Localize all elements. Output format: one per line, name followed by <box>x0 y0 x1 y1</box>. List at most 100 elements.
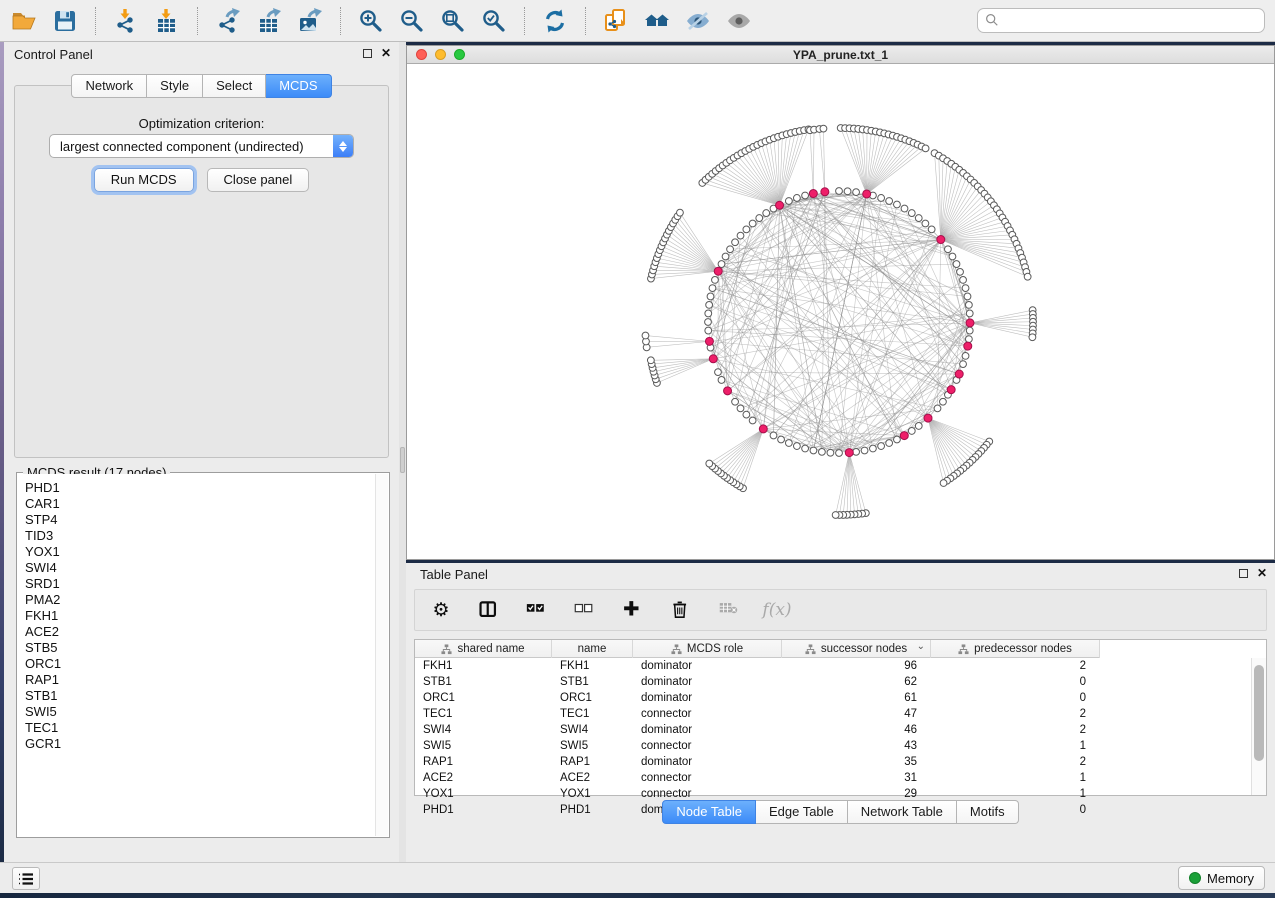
float-table-panel-icon[interactable] <box>1239 569 1248 578</box>
cell-MCDS-role[interactable]: dominator <box>633 754 782 770</box>
cell-name[interactable]: TEC1 <box>552 706 633 722</box>
mcds-result-item[interactable]: ORC1 <box>25 656 388 672</box>
mcds-result-item[interactable]: RAP1 <box>25 672 388 688</box>
cell-MCDS-role[interactable]: dominator <box>633 658 782 674</box>
cell-shared-name[interactable]: SWI5 <box>415 738 552 754</box>
table-scrollbar[interactable] <box>1251 658 1266 795</box>
tab-network-table[interactable]: Network Table <box>848 800 957 824</box>
run-mcds-button[interactable]: Run MCDS <box>94 168 194 192</box>
tab-style[interactable]: Style <box>147 74 203 98</box>
show-all-icon[interactable] <box>725 7 753 35</box>
cell-MCDS-role[interactable]: dominator <box>633 690 782 706</box>
mcds-result-item[interactable]: STB5 <box>25 640 388 656</box>
cell-predecessor-nodes[interactable]: 0 <box>931 690 1100 706</box>
mcds-result-item[interactable]: CAR1 <box>25 496 388 512</box>
mcds-result-item[interactable]: SWI5 <box>25 704 388 720</box>
cell-shared-name[interactable]: ACE2 <box>415 770 552 786</box>
cell-predecessor-nodes[interactable]: 2 <box>931 722 1100 738</box>
criterion-dropdown[interactable]: largest connected component (undirected) <box>49 134 354 158</box>
splitter-handle[interactable] <box>400 447 405 473</box>
memory-button[interactable]: Memory <box>1178 866 1265 890</box>
cell-name[interactable]: ORC1 <box>552 690 633 706</box>
close-table-panel-icon[interactable]: ✕ <box>1257 568 1267 578</box>
cell-successor-nodes[interactable]: 61 <box>782 690 931 706</box>
hide-selected-icon[interactable] <box>684 7 712 35</box>
import-table-file-icon[interactable] <box>153 7 181 35</box>
cell-shared-name[interactable]: STB1 <box>415 674 552 690</box>
mcds-result-item[interactable]: STB1 <box>25 688 388 704</box>
open-file-icon[interactable] <box>10 7 38 35</box>
cell-successor-nodes[interactable]: 47 <box>782 706 931 722</box>
cell-name[interactable]: ACE2 <box>552 770 633 786</box>
cell-predecessor-nodes[interactable]: 2 <box>931 706 1100 722</box>
cell-MCDS-role[interactable]: connector <box>633 738 782 754</box>
cell-name[interactable]: SWI5 <box>552 738 633 754</box>
settings-icon[interactable]: ⚙ <box>429 598 453 622</box>
cell-name[interactable]: FKH1 <box>552 658 633 674</box>
table-row[interactable]: TEC1TEC1connector472 <box>415 706 1250 722</box>
cell-successor-nodes[interactable]: 31 <box>782 770 931 786</box>
task-history-button[interactable] <box>12 867 40 890</box>
table-row[interactable]: ACE2ACE2connector311 <box>415 770 1250 786</box>
cell-successor-nodes[interactable]: 46 <box>782 722 931 738</box>
mcds-result-item[interactable]: TID3 <box>25 528 388 544</box>
table-row[interactable]: SWI4SWI4dominator462 <box>415 722 1250 738</box>
cell-successor-nodes[interactable]: 35 <box>782 754 931 770</box>
cell-predecessor-nodes[interactable]: 0 <box>931 674 1100 690</box>
cell-name[interactable]: SWI4 <box>552 722 633 738</box>
cell-shared-name[interactable]: SWI4 <box>415 722 552 738</box>
import-network-file-icon[interactable] <box>112 7 140 35</box>
cell-predecessor-nodes[interactable]: 1 <box>931 738 1100 754</box>
cell-successor-nodes[interactable]: 96 <box>782 658 931 674</box>
table-scrollbar-thumb[interactable] <box>1254 665 1264 761</box>
select-all-icon[interactable] <box>525 598 549 622</box>
zoom-fit-icon[interactable] <box>439 7 467 35</box>
column-header-successor-nodes[interactable]: successor nodes⌄ <box>782 640 931 658</box>
column-header-predecessor-nodes[interactable]: predecessor nodes <box>931 640 1100 658</box>
table-row[interactable]: SWI5SWI5connector431 <box>415 738 1250 754</box>
add-row-icon[interactable] <box>621 598 645 622</box>
search-input[interactable] <box>977 8 1265 33</box>
mcds-result-item[interactable]: SRD1 <box>25 576 388 592</box>
tab-edge-table[interactable]: Edge Table <box>756 800 848 824</box>
column-header-shared-name[interactable]: shared name <box>415 640 552 658</box>
columns-icon[interactable] <box>477 598 501 622</box>
export-image-icon[interactable] <box>296 7 324 35</box>
save-session-icon[interactable] <box>51 7 79 35</box>
zoom-selected-icon[interactable] <box>480 7 508 35</box>
cell-shared-name[interactable]: ORC1 <box>415 690 552 706</box>
mcds-result-item[interactable]: ACE2 <box>25 624 388 640</box>
cell-predecessor-nodes[interactable]: 1 <box>931 770 1100 786</box>
cell-MCDS-role[interactable]: dominator <box>633 674 782 690</box>
refresh-icon[interactable] <box>541 7 569 35</box>
close-panel-button[interactable]: Close panel <box>207 168 310 192</box>
mcds-result-item[interactable]: GCR1 <box>25 736 388 752</box>
column-header-name[interactable]: name <box>552 640 633 658</box>
mcds-result-item[interactable]: STP4 <box>25 512 388 528</box>
export-table-icon[interactable] <box>255 7 283 35</box>
cell-predecessor-nodes[interactable]: 2 <box>931 754 1100 770</box>
table-row[interactable]: STB1STB1dominator620 <box>415 674 1250 690</box>
zoom-in-icon[interactable] <box>357 7 385 35</box>
cell-shared-name[interactable]: TEC1 <box>415 706 552 722</box>
zoom-out-icon[interactable] <box>398 7 426 35</box>
first-neighbors-icon[interactable] <box>643 7 671 35</box>
cell-MCDS-role[interactable]: connector <box>633 770 782 786</box>
cell-name[interactable]: RAP1 <box>552 754 633 770</box>
clone-network-icon[interactable] <box>602 7 630 35</box>
export-network-icon[interactable] <box>214 7 242 35</box>
deselect-all-icon[interactable] <box>573 598 597 622</box>
cell-successor-nodes[interactable]: 43 <box>782 738 931 754</box>
cell-predecessor-nodes[interactable]: 2 <box>931 658 1100 674</box>
float-panel-icon[interactable] <box>363 49 372 58</box>
table-row[interactable]: RAP1RAP1dominator352 <box>415 754 1250 770</box>
tab-motifs[interactable]: Motifs <box>957 800 1019 824</box>
cell-shared-name[interactable]: RAP1 <box>415 754 552 770</box>
mcds-result-item[interactable]: SWI4 <box>25 560 388 576</box>
tab-select[interactable]: Select <box>203 74 266 98</box>
cell-successor-nodes[interactable]: 62 <box>782 674 931 690</box>
close-panel-icon[interactable]: ✕ <box>381 48 391 58</box>
delete-row-icon[interactable] <box>669 598 693 622</box>
network-graph[interactable] <box>407 64 1274 559</box>
tab-mcds[interactable]: MCDS <box>266 74 331 98</box>
